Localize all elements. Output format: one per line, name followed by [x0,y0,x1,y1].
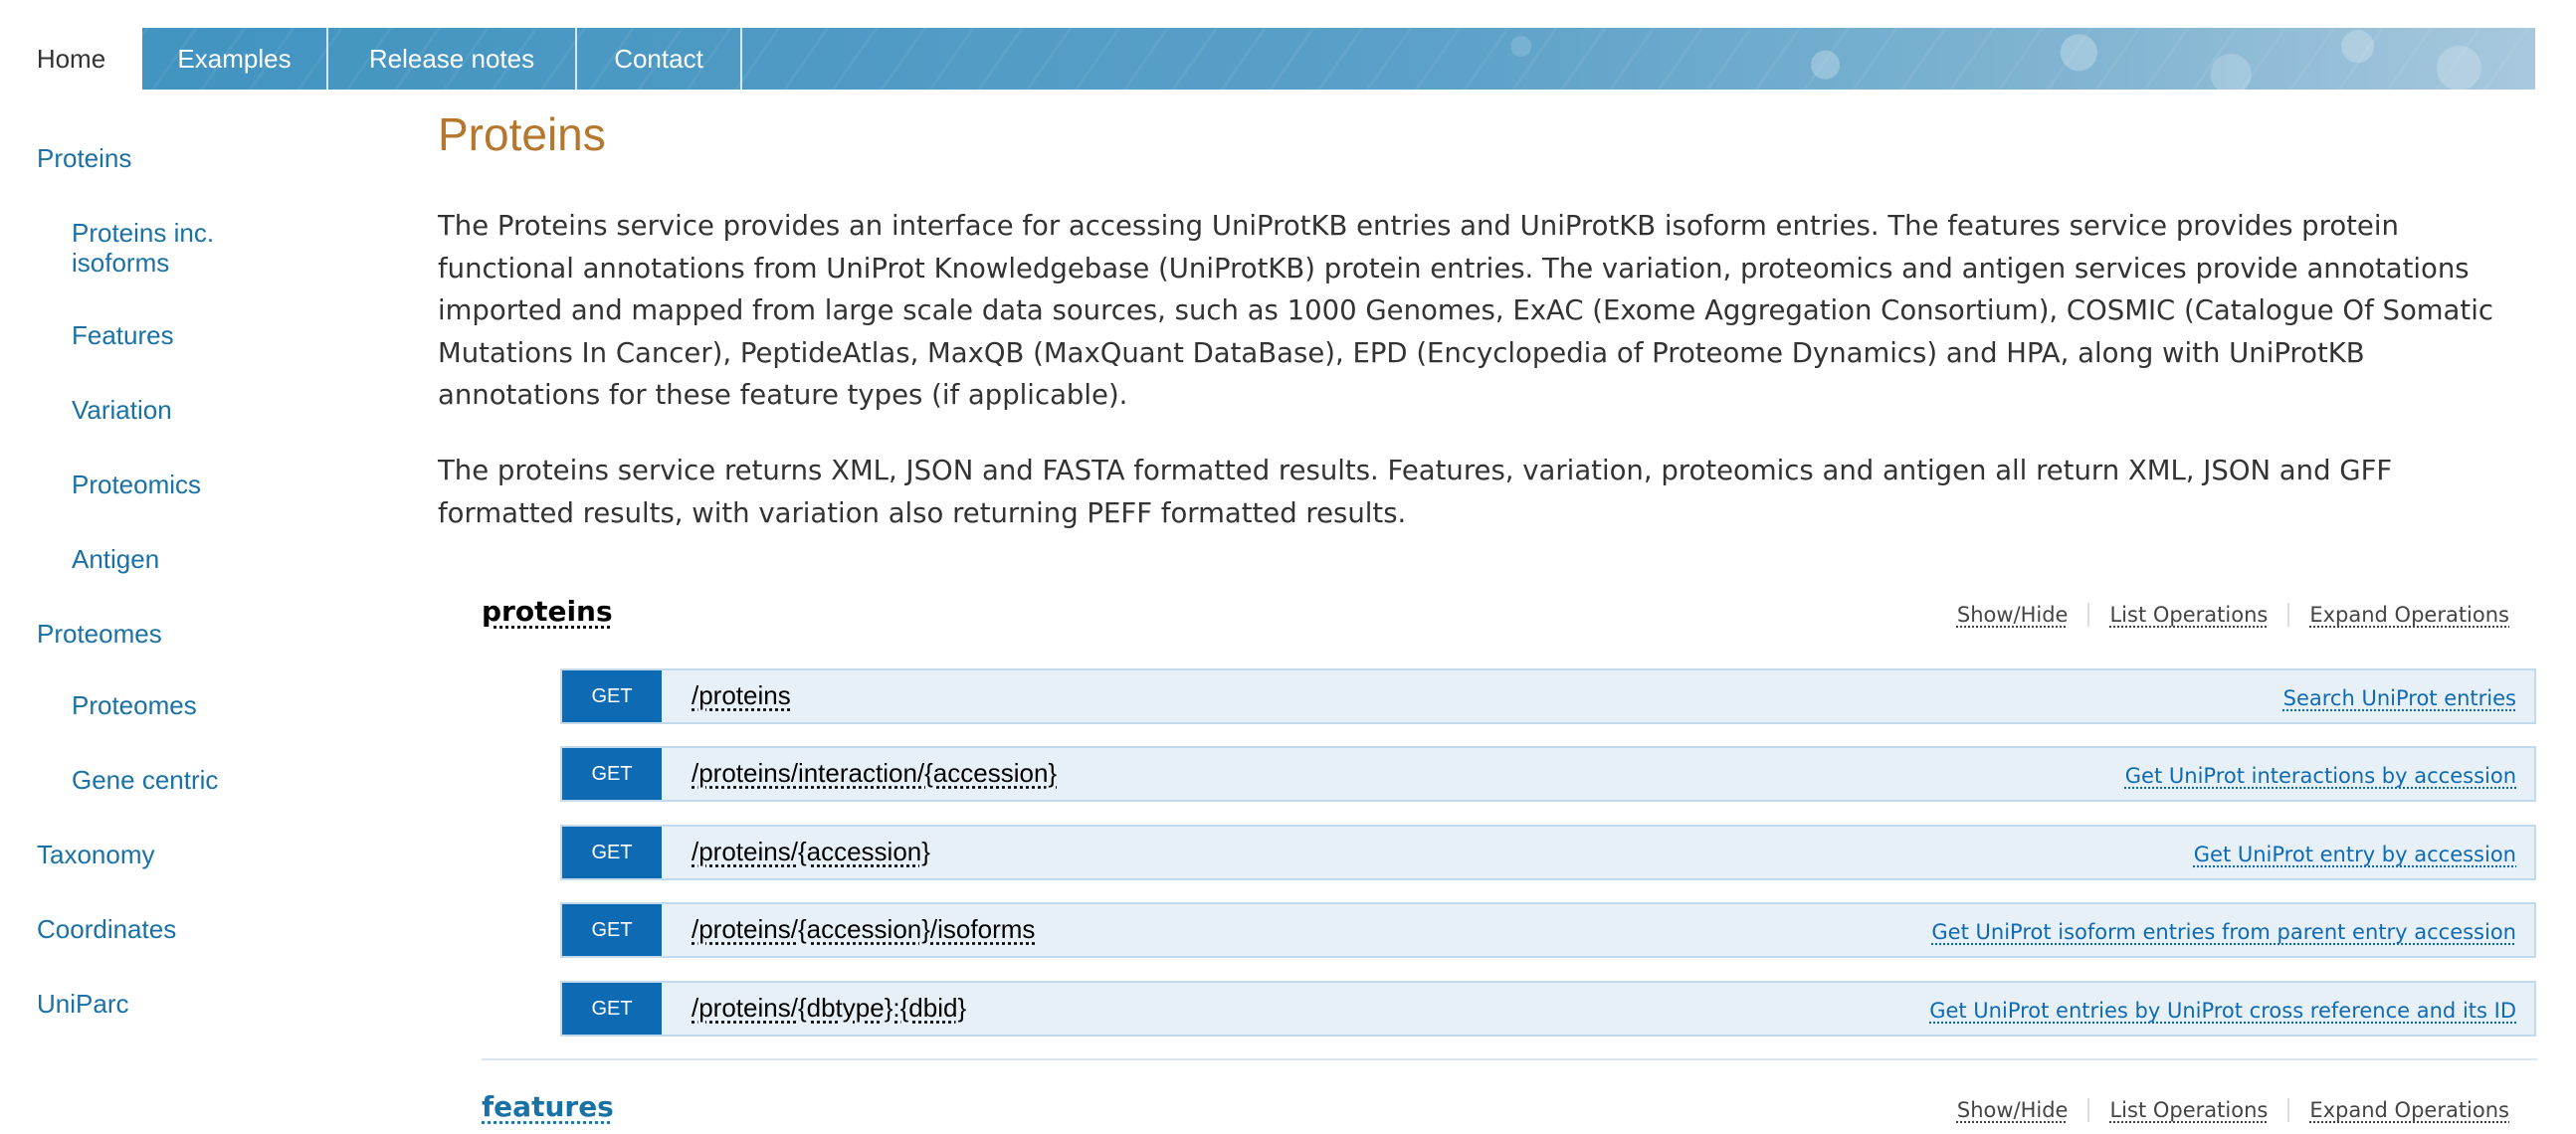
operation-summary[interactable]: Get UniProt entries by UniProt cross ref… [1929,999,2516,1023]
operation-path[interactable]: /proteins/{accession} [692,837,930,867]
operation-summary[interactable]: Get UniProt entry by accession [2194,843,2516,866]
get-method-badge[interactable]: GET [562,983,662,1035]
sidebar-item-coordinates[interactable]: Coordinates [37,914,176,944]
list-operations-link[interactable]: List Operations [2089,603,2290,627]
get-method-badge[interactable]: GET [562,827,662,878]
operation-row[interactable]: GET /proteins Search UniProt entries [560,668,2536,724]
resource-ops-features: Show/Hide List Operations Expand Operati… [1937,1098,2529,1122]
operation-summary[interactable]: Get UniProt interactions by accession [2125,764,2516,788]
expand-operations-link[interactable]: Expand Operations [2289,1098,2529,1122]
sidebar-item-uniparc[interactable]: UniParc [37,989,128,1019]
list-operations-link[interactable]: List Operations [2089,1098,2290,1122]
expand-operations-link[interactable]: Expand Operations [2289,603,2529,627]
operation-summary[interactable]: Search UniProt entries [2283,686,2516,710]
sidebar-item-proteomes-sub[interactable]: Proteomes [72,690,197,720]
formats-paragraph: The proteins service returns XML, JSON a… [438,455,2393,529]
resource-header-features: features Show/Hide List Operations Expan… [482,1084,2529,1134]
operation-path[interactable]: /proteins/{dbtype}:{dbid} [692,993,966,1024]
sidebar-item-antigen[interactable]: Antigen [72,544,159,574]
sidebar-item-gene-centric[interactable]: Gene centric [72,765,218,795]
intro-paragraph: The Proteins service provides an interfa… [438,210,2493,411]
tab-examples[interactable]: Examples [142,28,328,90]
operation-path[interactable]: /proteins/{accession}/isoforms [692,914,1035,945]
operation-path[interactable]: /proteins/interaction/{accession} [692,758,1057,789]
sidebar-item-proteins-inc-isoforms[interactable]: Proteins inc. isoforms [72,218,214,278]
resource-divider [482,1058,2537,1060]
tab-contact[interactable]: Contact [577,28,742,90]
show-hide-link[interactable]: Show/Hide [1937,603,2090,627]
page-title: Proteins [438,108,606,160]
get-method-badge[interactable]: GET [562,748,662,800]
operation-path[interactable]: /proteins [692,680,791,711]
operation-summary[interactable]: Get UniProt isoform entries from parent … [1931,920,2516,944]
get-method-badge[interactable]: GET [562,670,662,722]
show-hide-link[interactable]: Show/Hide [1937,1098,2090,1122]
sidebar-item-proteomics[interactable]: Proteomics [72,470,201,499]
get-method-badge[interactable]: GET [562,904,662,956]
sidebar-item-taxonomy[interactable]: Taxonomy [37,840,155,869]
operation-row[interactable]: GET /proteins/interaction/{accession} Ge… [560,746,2536,802]
sidebar-item-proteins[interactable]: Proteins [37,143,131,173]
top-nav: Home Examples Release notes Contact [0,28,2535,90]
resource-name-proteins[interactable]: proteins [482,595,613,628]
tab-home[interactable]: Home [0,28,142,90]
resource-name-features[interactable]: features [482,1090,614,1123]
operation-row[interactable]: GET /proteins/{dbtype}:{dbid} Get UniPro… [560,981,2536,1037]
tab-release-notes[interactable]: Release notes [328,28,577,90]
resource-ops-proteins: Show/Hide List Operations Expand Operati… [1937,603,2529,627]
operation-row[interactable]: GET /proteins/{accession} Get UniProt en… [560,825,2536,880]
sidebar-item-features[interactable]: Features [72,320,174,350]
resource-header-proteins: proteins Show/Hide List Operations Expan… [482,589,2529,639]
sidebar-item-proteomes[interactable]: Proteomes [37,619,162,649]
sidebar-item-variation[interactable]: Variation [72,395,172,425]
operation-row[interactable]: GET /proteins/{accession}/isoforms Get U… [560,902,2536,958]
